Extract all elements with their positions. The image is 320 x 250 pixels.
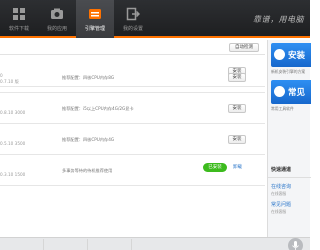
engine-box-icon [89, 9, 101, 19]
engine-row: 0.5.10 3500 推荐配置：四核CPU内存4G 安装 [0, 124, 265, 155]
engine-row: 0.3.10 1500 多事务等待的待机推荐使用 已安装 卸载 [0, 155, 265, 186]
quick-link-faq[interactable]: 常见问题 [271, 201, 291, 208]
status-tab[interactable] [0, 239, 44, 250]
nav-tab-engine-manager[interactable]: 引擎管理 [76, 0, 114, 38]
nav-label: 引擎管理 [84, 26, 105, 32]
engine-requirement: 推荐配置：四核CPU内存4G [62, 137, 115, 142]
promo-title: 常见 [288, 88, 306, 98]
download-circle-icon[interactable] [288, 238, 303, 250]
status-tab[interactable] [88, 239, 132, 250]
list-toolbar: 自动检测 [0, 40, 265, 55]
engine-version: 0.8.10 3000 [0, 110, 26, 115]
app-window: 软件下载 我的应用 引擎管理 我的设置 靠谱，用电脑 自动检测 0 安装 0.7… [0, 0, 311, 250]
engine-row: 0.7.10 版 推荐配置：四核CPU内存8G 安装 [0, 62, 265, 93]
installed-badge: 已安装 [203, 163, 227, 172]
quick-channel-heading: 快速通道 [271, 167, 292, 173]
nav-tab-my-apps[interactable]: 我的应用 [38, 0, 76, 38]
status-tab[interactable] [44, 239, 88, 250]
exit-icon [126, 7, 140, 21]
install-button[interactable]: 安装 [228, 104, 246, 113]
divider [268, 177, 311, 178]
auto-check-button[interactable]: 自动检测 [229, 43, 259, 52]
promo-icon [274, 49, 285, 60]
promo-caption: 新机安装引擎的方案 [271, 69, 306, 74]
engine-version: 0.5.10 3500 [0, 141, 26, 146]
promo-caption: 常用工具软件 [271, 106, 294, 111]
engine-requirement: 多事务等待的待机推荐使用 [62, 168, 113, 173]
promo-install-banner[interactable]: 安装 [271, 43, 311, 67]
nav-label: 我的应用 [46, 26, 67, 32]
engine-row: 0.8.10 3000 推荐配置：i5以上CPU内存4G/2G显卡 安装 [0, 93, 265, 124]
status-bar [0, 237, 310, 250]
nav-tab-my-settings[interactable]: 我的设置 [114, 0, 152, 38]
question-icon [274, 86, 285, 97]
install-button[interactable]: 安装 [228, 135, 246, 144]
camera-icon [51, 8, 63, 19]
nav-label: 我的设置 [122, 26, 143, 32]
slogan: 靠谱，用电脑 [253, 15, 304, 24]
promo-title: 安装 [288, 51, 306, 61]
quick-link-consult[interactable]: 在线咨询 [271, 183, 291, 190]
engine-requirement: 推荐配置：四核CPU内存8G [62, 75, 115, 80]
nav-label: 软件下载 [8, 26, 29, 32]
grid-icon [13, 8, 25, 20]
engine-requirement: 推荐配置：i5以上CPU内存4G/2G显卡 [62, 106, 134, 111]
quick-link-desc: 在线客服 [271, 191, 287, 196]
quick-link-desc: 在线客服 [271, 209, 287, 214]
uninstall-link[interactable]: 卸载 [233, 164, 242, 170]
right-sidebar: 安装 新机安装引擎的方案 常见 常用工具软件 快速通道 在线咨询 在线客服 常见… [267, 40, 311, 237]
mic-icon [292, 241, 299, 250]
engine-version: 0.3.10 1500 [0, 172, 26, 177]
promo-faq-banner[interactable]: 常见 [271, 80, 311, 104]
nav-tab-software-download[interactable]: 软件下载 [0, 0, 38, 38]
engine-version: 0.7.10 版 [0, 79, 19, 84]
install-button[interactable]: 安装 [228, 73, 246, 82]
top-nav-bar: 软件下载 我的应用 引擎管理 我的设置 靠谱，用电脑 [0, 0, 310, 38]
